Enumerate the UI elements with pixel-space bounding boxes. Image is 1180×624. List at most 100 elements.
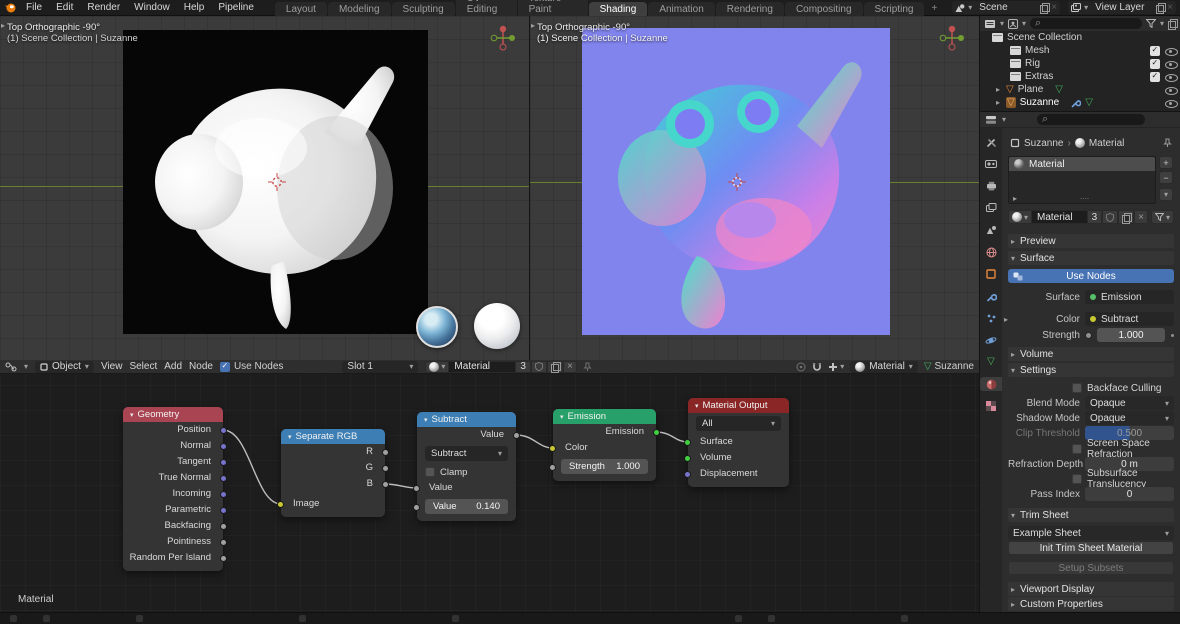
node-geometry[interactable]: Geometry Position Normal Tangent True No… <box>123 407 223 571</box>
chevron-down-icon[interactable] <box>1160 18 1164 29</box>
outliner-item-rig[interactable]: Rig <box>980 57 1180 70</box>
tab-world[interactable] <box>980 245 1002 259</box>
scene-name[interactable]: Scene <box>975 2 1037 13</box>
outliner-item-plane[interactable]: ▽ Plane ▽ <box>980 83 1180 96</box>
remove-slot-button[interactable] <box>1159 171 1173 184</box>
menu-edit[interactable]: Edit <box>49 2 80 13</box>
snap-magnet-icon[interactable] <box>812 362 822 372</box>
tab-physics[interactable] <box>980 333 1002 347</box>
nodeed-menu-add[interactable]: Add <box>164 361 182 372</box>
filter-icon[interactable] <box>1146 19 1156 28</box>
target-dropdown[interactable]: All <box>696 416 781 431</box>
socket[interactable] <box>653 429 660 436</box>
material-slot-selected[interactable]: Material <box>1009 157 1155 171</box>
new-view-layer-icon[interactable] <box>1156 3 1164 12</box>
viewport-corner-toggle[interactable] <box>531 20 535 31</box>
node-material-output[interactable]: Material Output All Surface Volume Displ… <box>688 398 789 487</box>
viewport-normal-map[interactable]: Top Orthographic -90° (1) Scene Collecti… <box>530 16 980 360</box>
workspace-tab-compositing[interactable]: Compositing <box>785 2 863 16</box>
socket[interactable] <box>220 427 227 434</box>
blender-logo[interactable] <box>4 1 17 14</box>
tab-material[interactable] <box>980 377 1002 391</box>
tab-scene[interactable] <box>980 223 1002 237</box>
section-viewport-display[interactable]: Viewport Display <box>1008 582 1174 596</box>
exclude-checkbox[interactable] <box>1150 59 1160 69</box>
datablock-type-button[interactable] <box>425 361 449 373</box>
socket[interactable] <box>220 443 227 450</box>
material-preview-dropdown[interactable]: Material <box>850 361 918 373</box>
material-slot-list[interactable]: Material <box>1008 156 1156 204</box>
collapse-icon[interactable] <box>560 411 564 422</box>
strength-slider[interactable]: Strength 1.000 <box>561 459 648 474</box>
socket[interactable] <box>413 504 420 511</box>
slot-specials-button[interactable] <box>1159 188 1173 201</box>
socket[interactable] <box>684 439 691 446</box>
surface-color-field[interactable]: Subtract <box>1085 312 1174 326</box>
collapse-icon[interactable] <box>130 409 134 420</box>
hide-eye-icon[interactable] <box>1165 97 1176 108</box>
users-count-button[interactable]: 3 <box>515 361 531 373</box>
menu-render[interactable]: Render <box>80 2 127 13</box>
section-trim-sheet[interactable]: Trim Sheet <box>1008 508 1174 522</box>
workspace-tab-texture-paint[interactable]: Texture Paint <box>518 0 588 16</box>
shadow-mode-dropdown[interactable]: Opaque <box>1085 411 1174 425</box>
chevron-down-icon[interactable] <box>24 361 28 372</box>
material-name-field[interactable]: Material <box>1032 210 1087 224</box>
tab-view-layer[interactable] <box>980 201 1002 215</box>
menu-help[interactable]: Help <box>177 2 212 13</box>
init-trim-sheet-button[interactable]: Init Trim Sheet Material <box>1008 541 1174 555</box>
view-layer-selector[interactable]: View Layer <box>1068 1 1176 14</box>
navigation-gizmo[interactable] <box>938 24 966 52</box>
workspace-tab-scripting[interactable]: Scripting <box>864 2 925 16</box>
socket[interactable] <box>277 501 284 508</box>
expand-icon[interactable] <box>1013 193 1017 204</box>
exclude-checkbox[interactable] <box>1150 72 1160 82</box>
collapse-icon[interactable] <box>695 400 699 411</box>
chevron-down-icon[interactable] <box>1000 18 1004 29</box>
node-separate-rgb[interactable]: Separate RGB R G B Image <box>281 429 385 517</box>
new-collection-icon[interactable] <box>1168 19 1176 28</box>
resize-grip[interactable] <box>1079 193 1088 204</box>
fake-user-shield-icon[interactable] <box>531 361 547 373</box>
animate-decorator[interactable] <box>1171 334 1174 337</box>
socket[interactable] <box>220 523 227 530</box>
ssr-checkbox[interactable] <box>1072 444 1082 454</box>
remove-view-layer-icon[interactable] <box>1167 2 1173 13</box>
blend-mode-dropdown[interactable]: Opaque <box>1085 396 1174 410</box>
socket[interactable] <box>382 481 389 488</box>
tab-modifiers[interactable] <box>980 289 1002 303</box>
workspace-tab-rendering[interactable]: Rendering <box>716 2 784 16</box>
slot-dropdown[interactable]: Slot 1 <box>342 361 418 373</box>
socket[interactable] <box>413 485 420 492</box>
nodeed-menu-node[interactable]: Node <box>189 361 213 372</box>
sss-translucency-checkbox[interactable] <box>1072 474 1082 484</box>
editor-type-icon[interactable] <box>985 115 997 125</box>
filter-dropdown-icon[interactable] <box>1151 210 1174 224</box>
socket[interactable] <box>684 455 691 462</box>
view-layer-name[interactable]: View Layer <box>1091 2 1153 13</box>
users-count-button[interactable]: 3 <box>1087 210 1103 224</box>
workspace-tab-sculpting[interactable]: Sculpting <box>392 2 455 16</box>
collapse-icon[interactable] <box>288 431 292 442</box>
unlink-datablock-icon[interactable] <box>563 361 577 373</box>
snap-target-dropdown[interactable] <box>828 361 844 372</box>
display-mode-icon[interactable] <box>1008 19 1018 29</box>
tab-render[interactable] <box>980 157 1002 171</box>
editor-type-icon[interactable] <box>984 19 996 29</box>
node-subtract[interactable]: Subtract Value Subtract Clamp Value Valu… <box>417 412 516 521</box>
expand-icon[interactable] <box>994 97 1002 108</box>
nodeed-menu-view[interactable]: View <box>101 361 123 372</box>
add-slot-button[interactable] <box>1159 156 1173 169</box>
chevron-down-icon[interactable] <box>1022 18 1026 29</box>
expand-icon[interactable] <box>994 84 1002 95</box>
node-header[interactable]: Subtract <box>417 412 516 427</box>
backface-culling-checkbox[interactable] <box>1072 383 1082 393</box>
workspace-tab-uv-editing[interactable]: UV Editing <box>456 0 517 16</box>
socket[interactable] <box>549 445 556 452</box>
tab-object[interactable] <box>980 267 1002 281</box>
breadcrumb-material[interactable]: Material <box>1089 138 1125 149</box>
section-settings[interactable]: Settings <box>1008 363 1174 377</box>
pin-icon[interactable] <box>1163 138 1172 148</box>
outliner-item-mesh[interactable]: Mesh <box>980 44 1180 57</box>
nodeed-menu-select[interactable]: Select <box>129 361 157 372</box>
